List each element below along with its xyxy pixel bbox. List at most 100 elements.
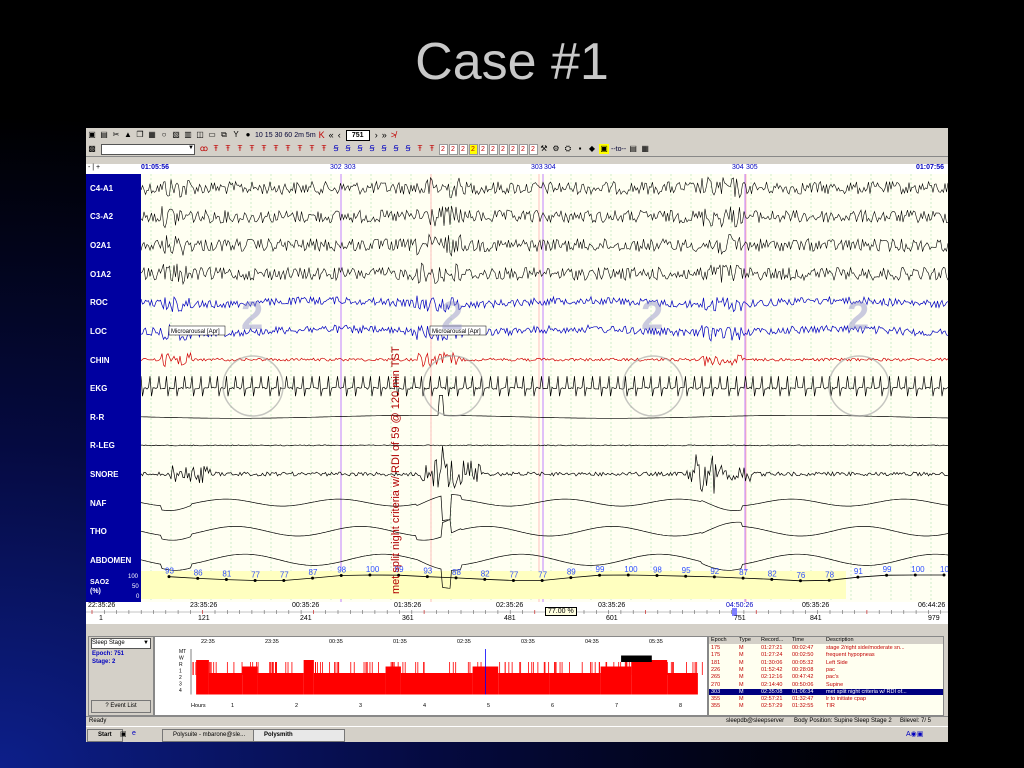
task-polysmith[interactable]: Polysmith (253, 729, 345, 742)
save-icon[interactable]: ▤ (99, 130, 109, 140)
respiratory-event-icon[interactable]: Ꞩ (343, 144, 353, 154)
channel-label[interactable]: EKG (90, 384, 107, 393)
event-row[interactable]: 303 M 02:35:08 01:06:34 met split night crit… (709, 688, 943, 696)
column-header[interactable]: Time (792, 637, 804, 643)
stage-button[interactable]: 2 (458, 143, 468, 155)
event-marker-icon[interactable]: ꝏ (199, 144, 209, 154)
respiratory-event-icon[interactable]: Ꞩ (403, 144, 413, 154)
tools-icon[interactable]: ⚒ (539, 144, 549, 154)
column-header[interactable]: Epoch (711, 637, 727, 643)
layout-icon[interactable]: ▤ (628, 144, 638, 154)
respiratory-event-icon[interactable]: Ꞩ (367, 144, 377, 154)
channel-label[interactable]: R-R (90, 413, 104, 422)
respiratory-event-icon[interactable]: Ꞩ (355, 144, 365, 154)
event-marker-icon[interactable]: Ŧ (223, 144, 233, 154)
event-list[interactable]: Epoch Type Record... Time Description 17… (708, 636, 944, 716)
tools-icon[interactable]: ◆ (587, 144, 597, 154)
zoom-60-button[interactable]: 60 (284, 132, 292, 139)
montage-config-icon[interactable]: ▩ (87, 144, 97, 154)
channel-label[interactable]: SNORE (90, 470, 118, 479)
event-marker-icon[interactable]: Ŧ (235, 144, 245, 154)
montage-select[interactable]: ▼ (101, 143, 195, 155)
copy-window-icon[interactable]: ⧉ (219, 130, 229, 140)
event-marker-icon[interactable]: Ŧ (271, 144, 281, 154)
event-row[interactable]: 265 M 02:12:16 00:47:42 pac's (709, 674, 943, 681)
event-marker-icon[interactable]: Ŧ (259, 144, 269, 154)
channel-label[interactable]: ROC (90, 298, 108, 307)
event-marker-icon[interactable]: Ŧ (319, 144, 329, 154)
to-range-button[interactable]: --to-- (611, 146, 626, 153)
zoom-30-button[interactable]: 30 (275, 132, 283, 139)
cut-icon[interactable]: ✂ (111, 130, 121, 140)
tray-icon[interactable]: A◉▣ (906, 730, 923, 738)
quicklaunch-icon[interactable]: ▣ (120, 730, 127, 738)
respiratory-event-icon[interactable]: Ꞩ (391, 144, 401, 154)
channel-label[interactable]: NAF (90, 499, 106, 508)
event-marker-icon[interactable]: Ŧ (283, 144, 293, 154)
channel-label[interactable]: C3-A2 (90, 212, 113, 221)
task-polysuite[interactable]: Polysuite - mbarone@sle... (162, 729, 254, 742)
channel-label[interactable]: O1A2 (90, 270, 111, 279)
last-epoch-icon[interactable]: ≯ (391, 130, 396, 140)
collapse-button[interactable]: - | (88, 164, 94, 171)
montage-icon[interactable]: ◫ (195, 130, 205, 140)
funnel-icon[interactable]: Y (231, 130, 241, 140)
channel-label[interactable]: R-LEG (90, 441, 115, 450)
event-row[interactable]: 226 M 01:52:42 00:28:08 pac (709, 667, 943, 674)
open-folder-icon[interactable]: ▣ (87, 130, 97, 140)
channel-label[interactable]: CHIN (90, 356, 110, 365)
channel-label[interactable]: O2A1 (90, 241, 111, 250)
signal-plot[interactable]: 93 86 81 77 77 87 98 100 99 93 88 82 77 77 89 99 100 98 95… (141, 174, 948, 602)
event-marker-icon[interactable]: Ŧ (307, 144, 317, 154)
event-row[interactable]: 175 M 01:27:21 00:02:47 stage 2/right side/m… (709, 645, 943, 652)
stage-button[interactable]: 2 (498, 143, 508, 155)
prev-epoch-icon[interactable]: ‹ (338, 130, 341, 140)
respiratory-event-icon[interactable]: Ꞩ (379, 144, 389, 154)
rewind-icon[interactable]: « (329, 130, 334, 140)
stage-button[interactable]: 2 (468, 143, 478, 155)
event-list-button[interactable]: ? Event List (91, 700, 151, 713)
record-dot-icon[interactable]: ● (243, 130, 253, 140)
stage-button[interactable]: 2 (508, 143, 518, 155)
channel-label[interactable]: C4-A1 (90, 184, 113, 193)
event-row[interactable]: 355 M 02:57:21 01:32:47 lr to initiate cpap (709, 696, 943, 703)
tools-icon[interactable]: ⛭ (563, 144, 573, 154)
tools-icon[interactable]: ▪ (575, 144, 585, 154)
respiratory-event-icon[interactable]: Ꞩ (331, 144, 341, 154)
column-header[interactable]: Type (739, 637, 751, 643)
zoom-10-button[interactable]: 10 (255, 132, 263, 139)
window-icon[interactable]: ▭ (207, 130, 217, 140)
event-marker-icon[interactable]: Ŧ (295, 144, 305, 154)
start-button[interactable]: Start (87, 729, 123, 742)
filter-icon[interactable]: ▧ (171, 130, 181, 140)
event-row[interactable]: 355 M 02:57:29 01:32:55 TIR (709, 703, 943, 710)
fast-forward-icon[interactable]: » (382, 130, 387, 140)
stage-button[interactable]: 2 (518, 143, 528, 155)
print-icon[interactable]: ▦ (147, 130, 157, 140)
zoom-2m-button[interactable]: 2m (294, 132, 304, 139)
stage-button[interactable]: 2 (528, 143, 538, 155)
grid-icon[interactable]: ▥ (183, 130, 193, 140)
channel-label[interactable]: ABDOMEN (90, 556, 131, 565)
event-marker-icon[interactable]: Ŧ (211, 144, 221, 154)
event-row[interactable]: 181 M 01:30:06 00:05:32 Left Side (709, 660, 943, 667)
channel-label[interactable]: SAO2 (%) (90, 578, 120, 596)
layout-icon[interactable]: ▦ (640, 144, 650, 154)
sleep-stage-select[interactable]: Sleep Stage ▼ (91, 638, 151, 649)
expand-button[interactable]: + (96, 164, 100, 171)
epoch-input[interactable]: 751 (345, 129, 370, 141)
channel-label[interactable]: LOC (90, 327, 107, 336)
browser-icon[interactable]: e (132, 730, 136, 737)
microarousal-label[interactable]: Microarousal [Apr] (171, 329, 220, 335)
next-epoch-icon[interactable]: › (375, 130, 378, 140)
event-row[interactable]: 175 M 01:27:24 00:02:50 frequent hypopneas (709, 652, 943, 659)
hypnogram[interactable]: 22:35 23:35 00:35 01:35 02:35 03:35 04:35 05:35… (154, 636, 708, 716)
column-header[interactable]: Record... (761, 637, 783, 643)
stage-button[interactable]: 2 (488, 143, 498, 155)
tools-icon[interactable]: ⚙ (551, 144, 561, 154)
event-marker-icon[interactable]: Ŧ (415, 144, 425, 154)
zoom-5m-button[interactable]: 5m (306, 132, 316, 139)
event-marker-icon[interactable]: Ŧ (427, 144, 437, 154)
night-timeline[interactable]: 22:35:26 23:35:26 00:35:26 01:35:26 02:3… (86, 602, 948, 624)
copy-icon[interactable]: ❐ (135, 130, 145, 140)
